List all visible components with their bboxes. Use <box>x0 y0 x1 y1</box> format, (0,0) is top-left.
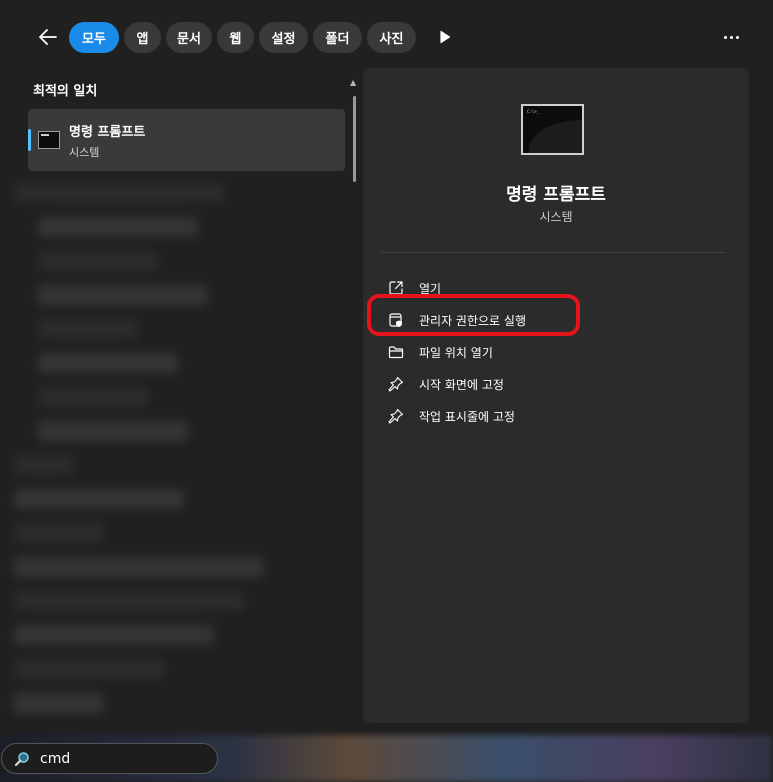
best-match-subtitle: 시스템 <box>69 146 100 159</box>
back-button[interactable] <box>34 24 62 50</box>
filter-photos[interactable]: 사진 <box>367 22 416 53</box>
best-match-heading: 최적의 일치 <box>33 84 98 99</box>
preview-prompt: C:\>_ <box>527 109 540 114</box>
best-match-item[interactable]: 명령 프롬프트 시스템 <box>28 109 345 171</box>
app-type: 시스템 <box>539 210 573 224</box>
results-panel: 최적의 일치 ▲ 명령 프롬프트 시스템 <box>0 68 362 735</box>
search-input[interactable]: cmd <box>40 751 70 767</box>
folder-icon <box>387 343 405 361</box>
app-title: 명령 프롬프트 <box>506 185 606 205</box>
search-icon <box>14 751 30 767</box>
search-window: 모두 앱 문서 웹 설정 폴더 사진 최적의 일치 ▲ 명령 프롬프트 시스템 <box>0 0 773 735</box>
details-panel: C:\>_ 명령 프롬프트 시스템 열기 관리자 권한으로 실행 파일 위치 열… <box>363 68 749 723</box>
app-preview-icon: C:\>_ <box>521 104 584 155</box>
more-options-button[interactable] <box>716 28 746 46</box>
filter-chips: 모두 앱 문서 웹 설정 폴더 사진 <box>69 22 416 53</box>
dot <box>729 35 733 39</box>
selection-indicator <box>28 129 31 151</box>
scrollbar-thumb[interactable] <box>353 96 356 182</box>
blurred-results <box>14 183 344 728</box>
play-icon <box>440 30 451 44</box>
more-filters-button[interactable] <box>436 28 454 46</box>
dot <box>735 35 739 39</box>
pin-to-taskbar-label: 작업 표시줄에 고정 <box>419 409 515 424</box>
highlight-annotation <box>367 294 580 336</box>
open-file-location-label: 파일 위치 열기 <box>419 345 493 360</box>
cmd-icon <box>38 131 60 149</box>
filter-all[interactable]: 모두 <box>69 22 119 53</box>
pin-icon <box>387 407 405 425</box>
pin-icon <box>387 375 405 393</box>
filter-folders[interactable]: 폴더 <box>313 22 362 53</box>
pin-to-start-action[interactable]: 시작 화면에 고정 <box>387 368 687 400</box>
divider <box>380 252 725 253</box>
pin-to-start-label: 시작 화면에 고정 <box>419 377 504 392</box>
pin-to-taskbar-action[interactable]: 작업 표시줄에 고정 <box>387 400 687 432</box>
filter-apps[interactable]: 앱 <box>124 22 161 53</box>
filter-bar: 모두 앱 문서 웹 설정 폴더 사진 <box>0 0 773 68</box>
scroll-up-icon[interactable]: ▲ <box>350 78 356 87</box>
filter-settings[interactable]: 설정 <box>259 22 308 53</box>
dot <box>723 35 727 39</box>
open-file-location-action[interactable]: 파일 위치 열기 <box>387 336 687 368</box>
filter-documents[interactable]: 문서 <box>166 22 212 53</box>
back-arrow-icon <box>39 29 57 45</box>
best-match-title: 명령 프롬프트 <box>69 125 146 140</box>
search-box[interactable]: cmd <box>1 743 218 774</box>
filter-web[interactable]: 웹 <box>217 22 254 53</box>
